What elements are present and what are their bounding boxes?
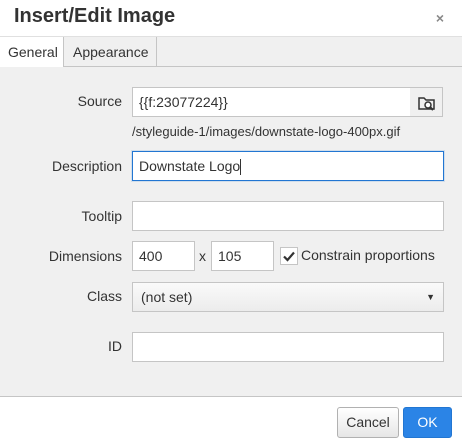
description-label: Description xyxy=(51,158,122,174)
dialog-titlebar[interactable]: Insert/Edit Image × xyxy=(0,0,462,36)
constrain-label: Constrain proportions xyxy=(301,247,435,263)
checkmark-icon xyxy=(283,251,295,262)
ok-button[interactable]: OK xyxy=(403,407,452,438)
close-icon[interactable]: × xyxy=(430,8,450,28)
cancel-button[interactable]: Cancel xyxy=(337,407,399,438)
dimensions-separator: x xyxy=(199,248,206,264)
caret-down-icon: ▼ xyxy=(426,292,435,302)
dimensions-label: Dimensions xyxy=(48,248,122,264)
width-input[interactable]: 400 xyxy=(132,241,195,271)
dialog-footer: Cancel OK xyxy=(0,396,462,445)
dialog-title: Insert/Edit Image xyxy=(14,5,176,27)
description-value: Downstate Logo xyxy=(139,158,241,174)
insert-edit-image-dialog: Insert/Edit Image × General Appearance S… xyxy=(0,0,462,445)
id-label: ID xyxy=(108,338,122,354)
source-label: Source xyxy=(77,93,122,109)
tooltip-label: Tooltip xyxy=(81,208,122,224)
height-input[interactable]: 105 xyxy=(211,241,274,271)
browse-folder-icon xyxy=(418,97,435,111)
class-selected-value: (not set) xyxy=(141,289,193,305)
browse-button[interactable] xyxy=(410,87,443,117)
class-label: Class xyxy=(86,288,122,304)
description-input[interactable]: Downstate Logo xyxy=(132,151,444,181)
tab-bar: General Appearance xyxy=(0,36,462,68)
source-path-hint: /styleguide-1/images/downstate-logo-400p… xyxy=(132,124,401,139)
id-input[interactable] xyxy=(132,332,444,362)
tab-appearance[interactable]: Appearance xyxy=(65,37,157,68)
tab-general[interactable]: General xyxy=(0,37,64,68)
class-select[interactable]: (not set) ▼ xyxy=(132,282,444,312)
text-caret xyxy=(240,159,242,176)
source-input[interactable]: {{f:23077224}} xyxy=(132,87,411,117)
constrain-checkbox[interactable] xyxy=(280,247,298,265)
dialog-body: Source {{f:23077224}} /styleguide-1/imag… xyxy=(0,67,462,396)
tooltip-input[interactable] xyxy=(132,201,444,231)
